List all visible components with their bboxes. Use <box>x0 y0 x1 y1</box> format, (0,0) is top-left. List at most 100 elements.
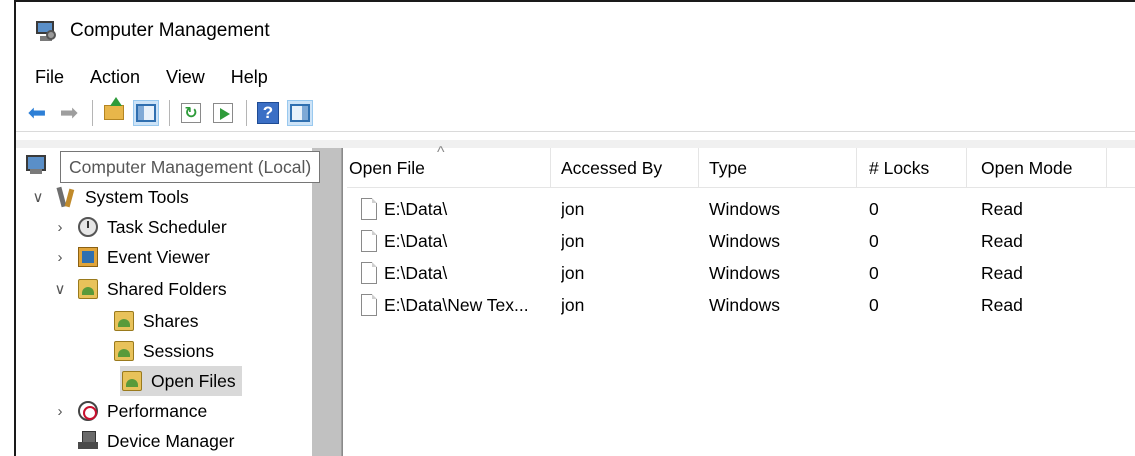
tree-item-label: Sessions <box>143 340 215 361</box>
toolbar: ⬅ ➡ ↻ ? <box>16 94 1135 132</box>
open-files-icon <box>122 371 142 391</box>
cell-open-mode: Read <box>981 294 1023 315</box>
file-icon <box>361 294 377 316</box>
chevron-right-icon[interactable]: › <box>52 403 68 420</box>
tree-item-label: System Tools <box>85 186 189 207</box>
menu-action[interactable]: Action <box>90 67 140 88</box>
column-header-type[interactable]: Type <box>699 148 857 188</box>
show-hide-console-tree-icon <box>136 103 156 122</box>
content-area: Computer Management (Local) ∨ System Too… <box>16 140 1135 456</box>
system-tools-icon <box>56 187 76 207</box>
tooltip: Computer Management (Local) <box>60 151 321 183</box>
tree-vertical-scrollbar[interactable] <box>312 148 342 456</box>
list-header: Open File ^ Accessed By Type # Locks Ope… <box>347 144 1135 188</box>
column-header-label: Open File <box>349 157 425 178</box>
forward-button[interactable]: ➡ <box>56 100 82 126</box>
computer-management-icon <box>34 19 58 43</box>
tree-item-performance[interactable]: › Performance <box>52 396 207 426</box>
file-icon <box>361 198 377 220</box>
cell-open-file: E:\Data\ <box>384 198 448 219</box>
chevron-right-icon[interactable]: › <box>52 249 68 266</box>
table-row[interactable]: E:\Data\ jon Windows 0 Read <box>347 193 1135 225</box>
help-button[interactable]: ? <box>255 100 281 126</box>
title-bar: Computer Management <box>16 2 1135 60</box>
table-row[interactable]: E:\Data\ jon Windows 0 Read <box>347 257 1135 289</box>
shared-folder-icon <box>114 311 134 331</box>
show-hide-console-tree-button[interactable] <box>133 99 159 126</box>
tree-item-shares[interactable]: Shares <box>102 306 198 336</box>
cell-accessed-by: jon <box>561 294 585 315</box>
table-row[interactable]: E:\Data\ jon Windows 0 Read <box>347 225 1135 257</box>
open-files-list: Open File ^ Accessed By Type # Locks Ope… <box>347 144 1135 456</box>
tree-item-label: Shared Folders <box>107 278 227 299</box>
tree-item-label: Task Scheduler <box>107 216 227 237</box>
column-header-label: Open Mode <box>981 157 1073 178</box>
cell-type: Windows <box>709 230 780 251</box>
tree-item-device-manager[interactable]: Device Manager <box>68 426 234 456</box>
forward-arrow-icon: ➡ <box>59 99 79 125</box>
show-hide-action-pane-icon <box>290 103 310 122</box>
tree-item-label: Device Manager <box>107 430 235 451</box>
cell-type: Windows <box>709 198 780 219</box>
device-manager-icon <box>78 431 98 451</box>
chevron-down-icon[interactable]: ∨ <box>30 188 46 206</box>
up-folder-icon <box>104 97 124 120</box>
cell-open-mode: Read <box>981 262 1023 283</box>
cell-locks: 0 <box>869 294 879 315</box>
refresh-icon: ↻ <box>181 102 201 123</box>
shared-folder-icon <box>78 279 98 299</box>
table-row[interactable]: E:\Data\New Tex... jon Windows 0 Read <box>347 289 1135 321</box>
clock-icon <box>78 217 98 237</box>
column-header-open-mode[interactable]: Open Mode <box>967 148 1107 188</box>
cell-accessed-by: jon <box>561 230 585 251</box>
tree-item-event-viewer[interactable]: › Event Viewer <box>52 242 210 272</box>
cell-open-mode: Read <box>981 230 1023 251</box>
show-hide-action-pane-button[interactable] <box>287 99 313 126</box>
column-header-accessed-by[interactable]: Accessed By <box>551 148 699 188</box>
pane-splitter[interactable] <box>342 148 346 456</box>
computer-management-window: Computer Management File Action View Hel… <box>14 0 1135 456</box>
toolbar-separator <box>169 99 170 126</box>
cell-open-file: E:\Data\ <box>384 262 448 283</box>
chevron-down-icon[interactable]: ∨ <box>52 280 68 298</box>
tree-item-label: Shares <box>143 310 199 331</box>
column-header-locks[interactable]: # Locks <box>857 148 967 188</box>
menu-bar: File Action View Help <box>16 60 1135 94</box>
cell-open-file: E:\Data\ <box>384 230 448 251</box>
tree-item-label: Open Files <box>151 370 236 391</box>
menu-file[interactable]: File <box>35 67 64 88</box>
tree-item-sessions[interactable]: Sessions <box>102 336 214 366</box>
cell-type: Windows <box>709 262 780 283</box>
cell-open-file: E:\Data\New Tex... <box>384 294 529 315</box>
column-header-open-file[interactable]: Open File ^ <box>347 144 551 188</box>
chevron-right-icon[interactable]: › <box>52 219 68 236</box>
cell-locks: 0 <box>869 262 879 283</box>
performance-icon <box>78 401 98 421</box>
console-tree: Computer Management (Local) ∨ System Too… <box>16 148 321 456</box>
tree-item-task-scheduler[interactable]: › Task Scheduler <box>52 212 227 242</box>
refresh-button[interactable]: ↻ <box>178 100 204 126</box>
menu-help[interactable]: Help <box>231 67 268 88</box>
file-icon <box>361 262 377 284</box>
column-header-label: # Locks <box>869 157 930 178</box>
tree-item-open-files[interactable]: Open Files <box>120 366 242 396</box>
help-icon: ? <box>257 101 279 124</box>
back-button[interactable]: ⬅ <box>24 100 50 126</box>
cell-locks: 0 <box>869 230 879 251</box>
up-one-level-button[interactable] <box>101 97 127 126</box>
cell-locks: 0 <box>869 198 879 219</box>
back-arrow-icon: ⬅ <box>27 99 47 125</box>
file-icon <box>361 230 377 252</box>
export-list-button[interactable] <box>210 100 236 126</box>
cell-type: Windows <box>709 294 780 315</box>
window-title: Computer Management <box>70 20 270 41</box>
tree-item-label: Performance <box>107 400 208 421</box>
tree-item-root[interactable] <box>22 150 55 180</box>
tree-item-shared-folders[interactable]: ∨ Shared Folders <box>52 274 227 304</box>
column-header-label: Type <box>709 157 747 178</box>
export-list-icon <box>213 102 233 123</box>
menu-view[interactable]: View <box>166 67 205 88</box>
cell-accessed-by: jon <box>561 262 585 283</box>
cell-accessed-by: jon <box>561 198 585 219</box>
tree-item-system-tools[interactable]: ∨ System Tools <box>30 182 189 212</box>
